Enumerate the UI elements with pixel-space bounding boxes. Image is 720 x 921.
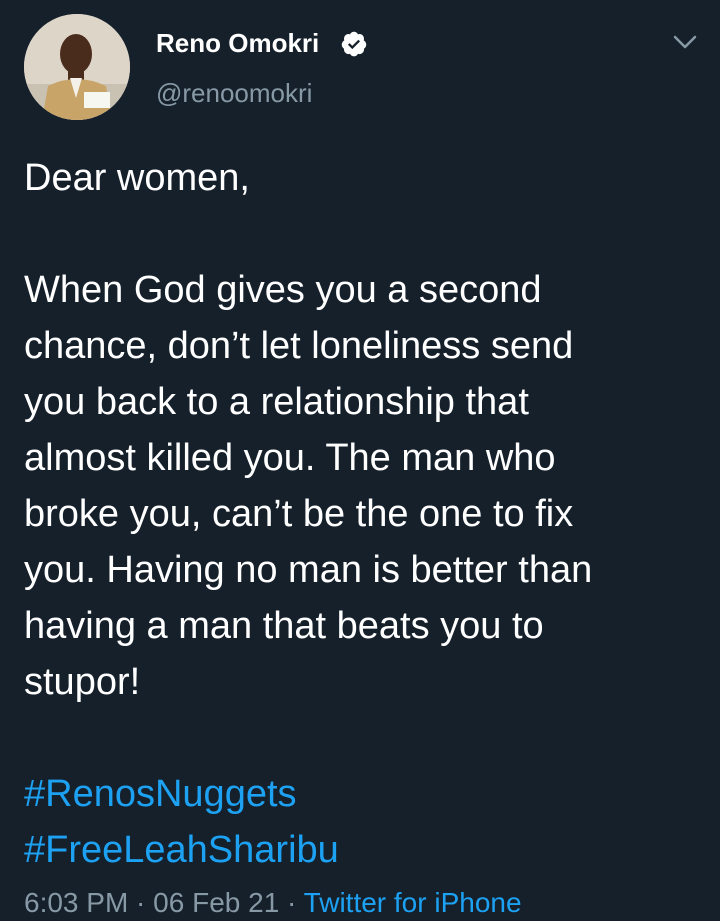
verified-badge-icon bbox=[341, 31, 367, 57]
handle[interactable]: @renoomokri bbox=[156, 76, 312, 110]
avatar[interactable] bbox=[24, 14, 130, 120]
meta-separator: · bbox=[279, 887, 304, 918]
meta-separator: · bbox=[128, 887, 154, 918]
tweet-meta: 6:03 PM · 06 Feb 21 · Twitter for iPhone bbox=[24, 884, 522, 921]
tweet-text: Dear women, When God gives you a second … bbox=[24, 150, 704, 878]
hashtag-link[interactable]: #RenosNuggets bbox=[24, 766, 704, 822]
hashtag-link[interactable]: #FreeLeahSharibu bbox=[24, 822, 704, 878]
avatar-photo bbox=[24, 14, 130, 120]
tweet-body: When God gives you a second chance, don’… bbox=[24, 269, 593, 703]
tweet-date[interactable]: 06 Feb 21 bbox=[153, 887, 279, 918]
tweet-greeting: Dear women, bbox=[24, 157, 250, 199]
tweet-source[interactable]: Twitter for iPhone bbox=[304, 887, 522, 918]
chevron-down-icon[interactable] bbox=[672, 32, 698, 52]
tweet-time[interactable]: 6:03 PM bbox=[24, 887, 128, 918]
display-name[interactable]: Reno Omokri bbox=[156, 26, 319, 60]
